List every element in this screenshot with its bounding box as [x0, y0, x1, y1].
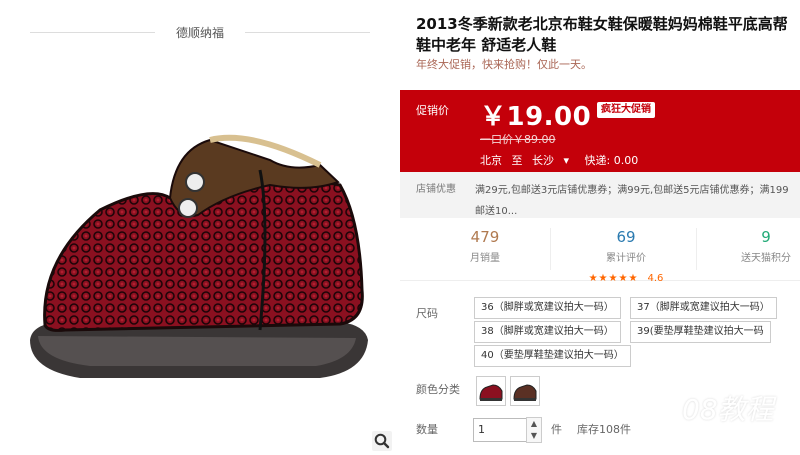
image-panel: 德顺纳福: [0, 0, 400, 455]
size-option-37[interactable]: 37（脚胖或宽建议拍大一码）: [630, 297, 777, 319]
reviews[interactable]: 69 累计评价 ★★★★★ 4.6: [566, 228, 686, 285]
size-option-36[interactable]: 36（脚胖或宽建议拍大一码）: [474, 297, 621, 319]
price-value: ￥19.00: [480, 102, 592, 132]
stat-divider: [696, 228, 697, 270]
stock-count: 库存108件: [577, 423, 631, 436]
color-swatch-red[interactable]: [476, 376, 506, 406]
points-label: 送天猫积分: [741, 253, 791, 264]
chevron-down-icon[interactable]: ▼: [527, 430, 541, 442]
zoom-button[interactable]: [372, 431, 392, 451]
monthly-sales: 479 月销量: [425, 228, 545, 264]
express-fee: 快递: 0.00: [584, 154, 639, 167]
product-title: 2013冬季新款老北京布鞋女鞋保暖鞋妈妈棉鞋平底高帮鞋中老年 舒适老人鞋: [416, 15, 788, 54]
stat-divider: [550, 228, 551, 270]
reviews-value: 69: [616, 228, 636, 246]
detail-panel: 2013冬季新款老北京布鞋女鞋保暖鞋妈妈棉鞋平底高帮鞋中老年 舒适老人鞋 年终大…: [400, 0, 800, 455]
stats-bar: 479 月销量 69 累计评价 ★★★★★ 4.6 9 送天猫积分: [400, 218, 800, 284]
coupon-label: 店铺优惠: [416, 184, 456, 195]
qty-label: 数量: [416, 423, 438, 436]
color-swatch-brown[interactable]: [510, 376, 540, 406]
chevron-up-icon[interactable]: ▲: [527, 418, 541, 430]
size-label: 尺码: [416, 307, 438, 320]
reviews-label: 累计评价: [606, 253, 646, 264]
quantity-unit: 件: [551, 423, 562, 436]
quantity-stepper[interactable]: ▲ ▼: [526, 417, 542, 443]
size-option-38[interactable]: 38（脚胖或宽建议拍大一码）: [474, 321, 621, 343]
points: 9 送天猫积分: [706, 228, 800, 264]
divider-right: [245, 32, 370, 33]
rating-value: 4.6: [647, 273, 664, 284]
coupon-text: 满29元,包邮送3元店铺优惠券；满99元,包邮送5元店铺优惠券；满199 邮送1…: [475, 180, 795, 222]
ship-to-select[interactable]: 长沙 ▾: [532, 154, 575, 167]
shoe-thumb-icon: [513, 384, 537, 401]
size-option-39[interactable]: 39(要垫厚鞋垫建议拍大一码: [630, 321, 771, 343]
ship-to-word: 至: [511, 154, 523, 167]
chevron-down-icon: ▾: [563, 154, 570, 167]
color-label: 颜色分类: [416, 383, 460, 396]
star-rating-icon: ★★★★★: [588, 273, 639, 284]
quantity-input[interactable]: 1: [473, 418, 529, 442]
store-title: 德顺纳福: [30, 22, 370, 42]
coupon-line-1: 满29元,包邮送3元店铺优惠券；满99元,包邮送5元店铺优惠券；满199: [475, 185, 789, 196]
size-option-40[interactable]: 40（要垫厚鞋垫建议拍大一码）: [474, 345, 631, 367]
coupon-panel: 店铺优惠 满29元,包邮送3元店铺优惠券；满99元,包邮送5元店铺优惠券；满19…: [400, 172, 800, 218]
magnifier-icon: [374, 433, 390, 449]
points-value: 9: [761, 228, 771, 246]
ship-to-city: 长沙: [532, 154, 554, 167]
monthly-sales-value: 479: [470, 228, 500, 246]
price-label: 促销价: [416, 104, 449, 117]
shipping-row: 北京 至 长沙 ▾ 快递: 0.00: [480, 152, 644, 168]
rating-row: ★★★★★ 4.6: [566, 266, 686, 285]
promo-text: 年终大促销，快来抢购！仅此一天。: [416, 58, 592, 71]
product-image: [30, 134, 368, 378]
ship-from: 北京: [480, 154, 502, 167]
original-price: 一口价￥89.00: [480, 133, 556, 146]
shoe-thumb-icon: [479, 384, 503, 401]
promo-badge: 疯狂大促销: [597, 102, 655, 118]
watermark: 08教程: [682, 393, 774, 426]
monthly-sales-label: 月销量: [470, 253, 500, 264]
price-panel: 促销价 ￥19.00 疯狂大促销 一口价￥89.00 北京 至 长沙 ▾ 快递:…: [400, 90, 800, 172]
